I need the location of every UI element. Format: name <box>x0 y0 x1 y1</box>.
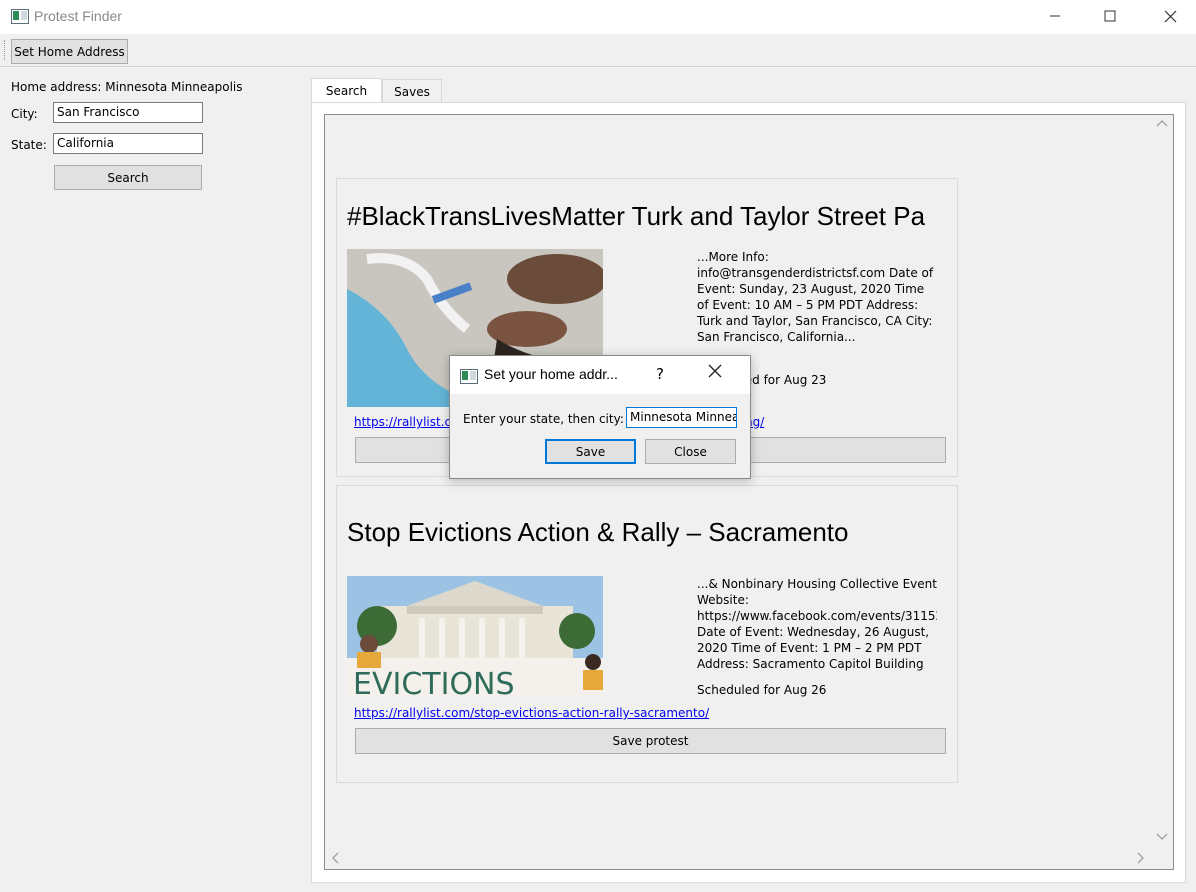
save-protest-button[interactable]: Save protest <box>355 728 946 754</box>
tab-saves[interactable]: Saves <box>382 79 442 103</box>
dialog-title: Set your home addr... <box>484 366 618 382</box>
window-title: Protest Finder <box>34 8 122 24</box>
set-home-address-dialog: Set your home addr... ? Enter your state… <box>449 355 751 479</box>
state-input[interactable]: California <box>53 133 203 154</box>
result-title: #BlackTransLivesMatter Turk and Taylor S… <box>347 201 926 231</box>
protest-sign-text: EVICTIONS <box>353 667 515 696</box>
result-schedule: Scheduled for Aug 26 <box>697 683 827 697</box>
search-button[interactable]: Search <box>54 165 202 190</box>
result-link[interactable]: https://rallylist.com/stop-evictions-act… <box>354 706 709 720</box>
dialog-prompt: Enter your state, then city: <box>463 412 624 426</box>
tab-search[interactable]: Search <box>311 78 382 103</box>
home-address-input[interactable]: Minnesota Minneap <box>626 407 737 428</box>
home-address-label: Home address: Minnesota Minneapolis <box>11 80 243 94</box>
help-icon[interactable]: ? <box>656 365 664 383</box>
toolbar <box>0 34 1196 67</box>
state-label: State: <box>11 138 47 152</box>
close-icon[interactable] <box>708 362 722 383</box>
city-label: City: <box>11 107 38 121</box>
scroll-right-icon[interactable] <box>1136 852 1146 867</box>
app-window-icon <box>460 369 478 384</box>
result-title: Stop Evictions Action & Rally – Sacramen… <box>347 517 849 547</box>
dialog-close-button[interactable]: Close <box>645 439 736 464</box>
result-description: ...More Info: info@transgenderdistrictsf… <box>697 250 934 344</box>
scroll-left-icon[interactable] <box>330 852 340 867</box>
set-home-address-button[interactable]: Set Home Address <box>11 39 128 64</box>
scroll-down-icon[interactable] <box>1156 832 1168 845</box>
app-window-icon <box>11 9 29 24</box>
minimize-icon[interactable] <box>1032 0 1078 32</box>
result-description: ...& Nonbinary Housing Collective Event … <box>697 577 937 674</box>
dialog-save-button[interactable]: Save <box>545 439 636 464</box>
toolbar-grip[interactable] <box>4 40 8 60</box>
maximize-icon[interactable] <box>1087 0 1133 32</box>
title-bar <box>0 0 1196 34</box>
close-icon[interactable] <box>1147 0 1193 32</box>
scroll-up-icon[interactable] <box>1156 118 1168 131</box>
result-photo: EVICTIONS <box>347 576 603 696</box>
result-card: Stop Evictions Action & Rally – Sacramen… <box>336 485 958 783</box>
city-input[interactable]: San Francisco <box>53 102 203 123</box>
result-link[interactable]: https://rallylist.co <box>354 415 458 429</box>
